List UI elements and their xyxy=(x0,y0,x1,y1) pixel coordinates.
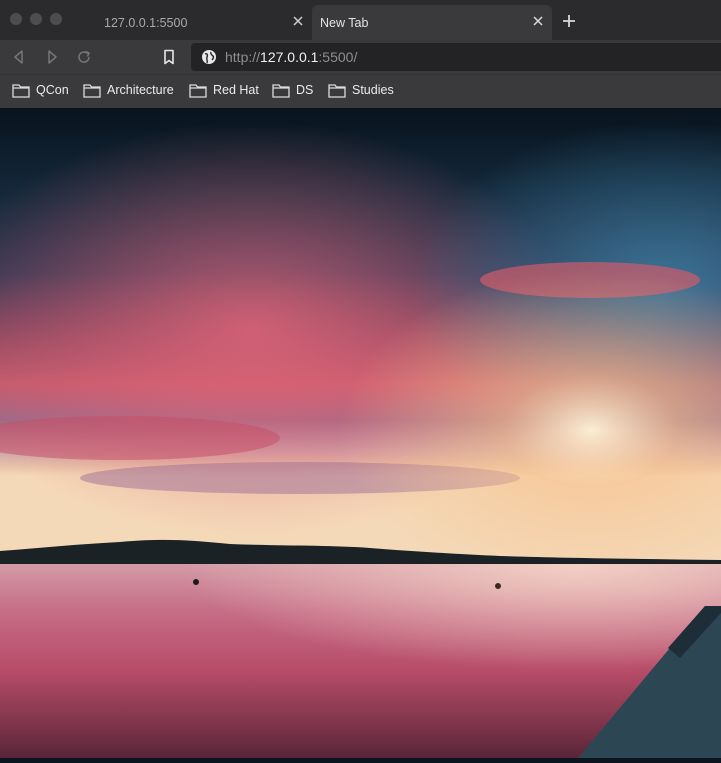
tab-localhost[interactable]: 127.0.0.1:5500 xyxy=(92,5,312,40)
new-tab-background-image xyxy=(0,108,721,758)
bookmark-label: Architecture xyxy=(107,83,174,97)
bookmark-label: DS xyxy=(296,83,314,97)
window-close-light[interactable] xyxy=(10,13,22,25)
sunset-lake-photo xyxy=(0,108,721,758)
tab-new-tab[interactable]: New Tab xyxy=(312,5,552,40)
tab-title: New Tab xyxy=(320,16,369,30)
url-host: 127.0.0.1 xyxy=(260,49,319,65)
window-minimize-light[interactable] xyxy=(30,13,42,25)
plus-icon[interactable] xyxy=(560,12,578,30)
bookmark-label: Red Hat xyxy=(213,83,259,97)
close-icon[interactable] xyxy=(530,13,546,29)
folder-icon xyxy=(83,84,101,98)
address-bar[interactable]: http://127.0.0.1:5500/ xyxy=(191,43,721,71)
bookmark-icon[interactable] xyxy=(160,48,178,66)
close-icon[interactable] xyxy=(290,13,306,29)
folder-icon xyxy=(272,84,290,98)
reload-icon[interactable] xyxy=(75,48,93,66)
globe-icon[interactable] xyxy=(201,49,217,65)
forward-arrow-icon[interactable] xyxy=(43,48,61,66)
folder-icon xyxy=(12,84,30,98)
folder-icon xyxy=(189,84,207,98)
url-text[interactable]: http://127.0.0.1:5500/ xyxy=(225,49,357,65)
back-arrow-icon[interactable] xyxy=(10,48,28,66)
bookmarks-bar: QCon Architecture Red Hat DS Studies xyxy=(0,74,721,108)
bookmark-label: Studies xyxy=(352,83,394,97)
url-scheme: http:// xyxy=(225,49,261,65)
browser-chrome: 127.0.0.1:5500 New Tab http://127.0.0.1:… xyxy=(0,0,721,108)
url-rest: :5500/ xyxy=(318,49,358,65)
bookmark-label: QCon xyxy=(36,83,69,97)
navigation-toolbar: http://127.0.0.1:5500/ xyxy=(0,40,721,74)
window-zoom-light[interactable] xyxy=(50,13,62,25)
tab-title: 127.0.0.1:5500 xyxy=(104,16,188,30)
folder-icon xyxy=(328,84,346,98)
tab-strip: 127.0.0.1:5500 New Tab xyxy=(0,0,721,40)
